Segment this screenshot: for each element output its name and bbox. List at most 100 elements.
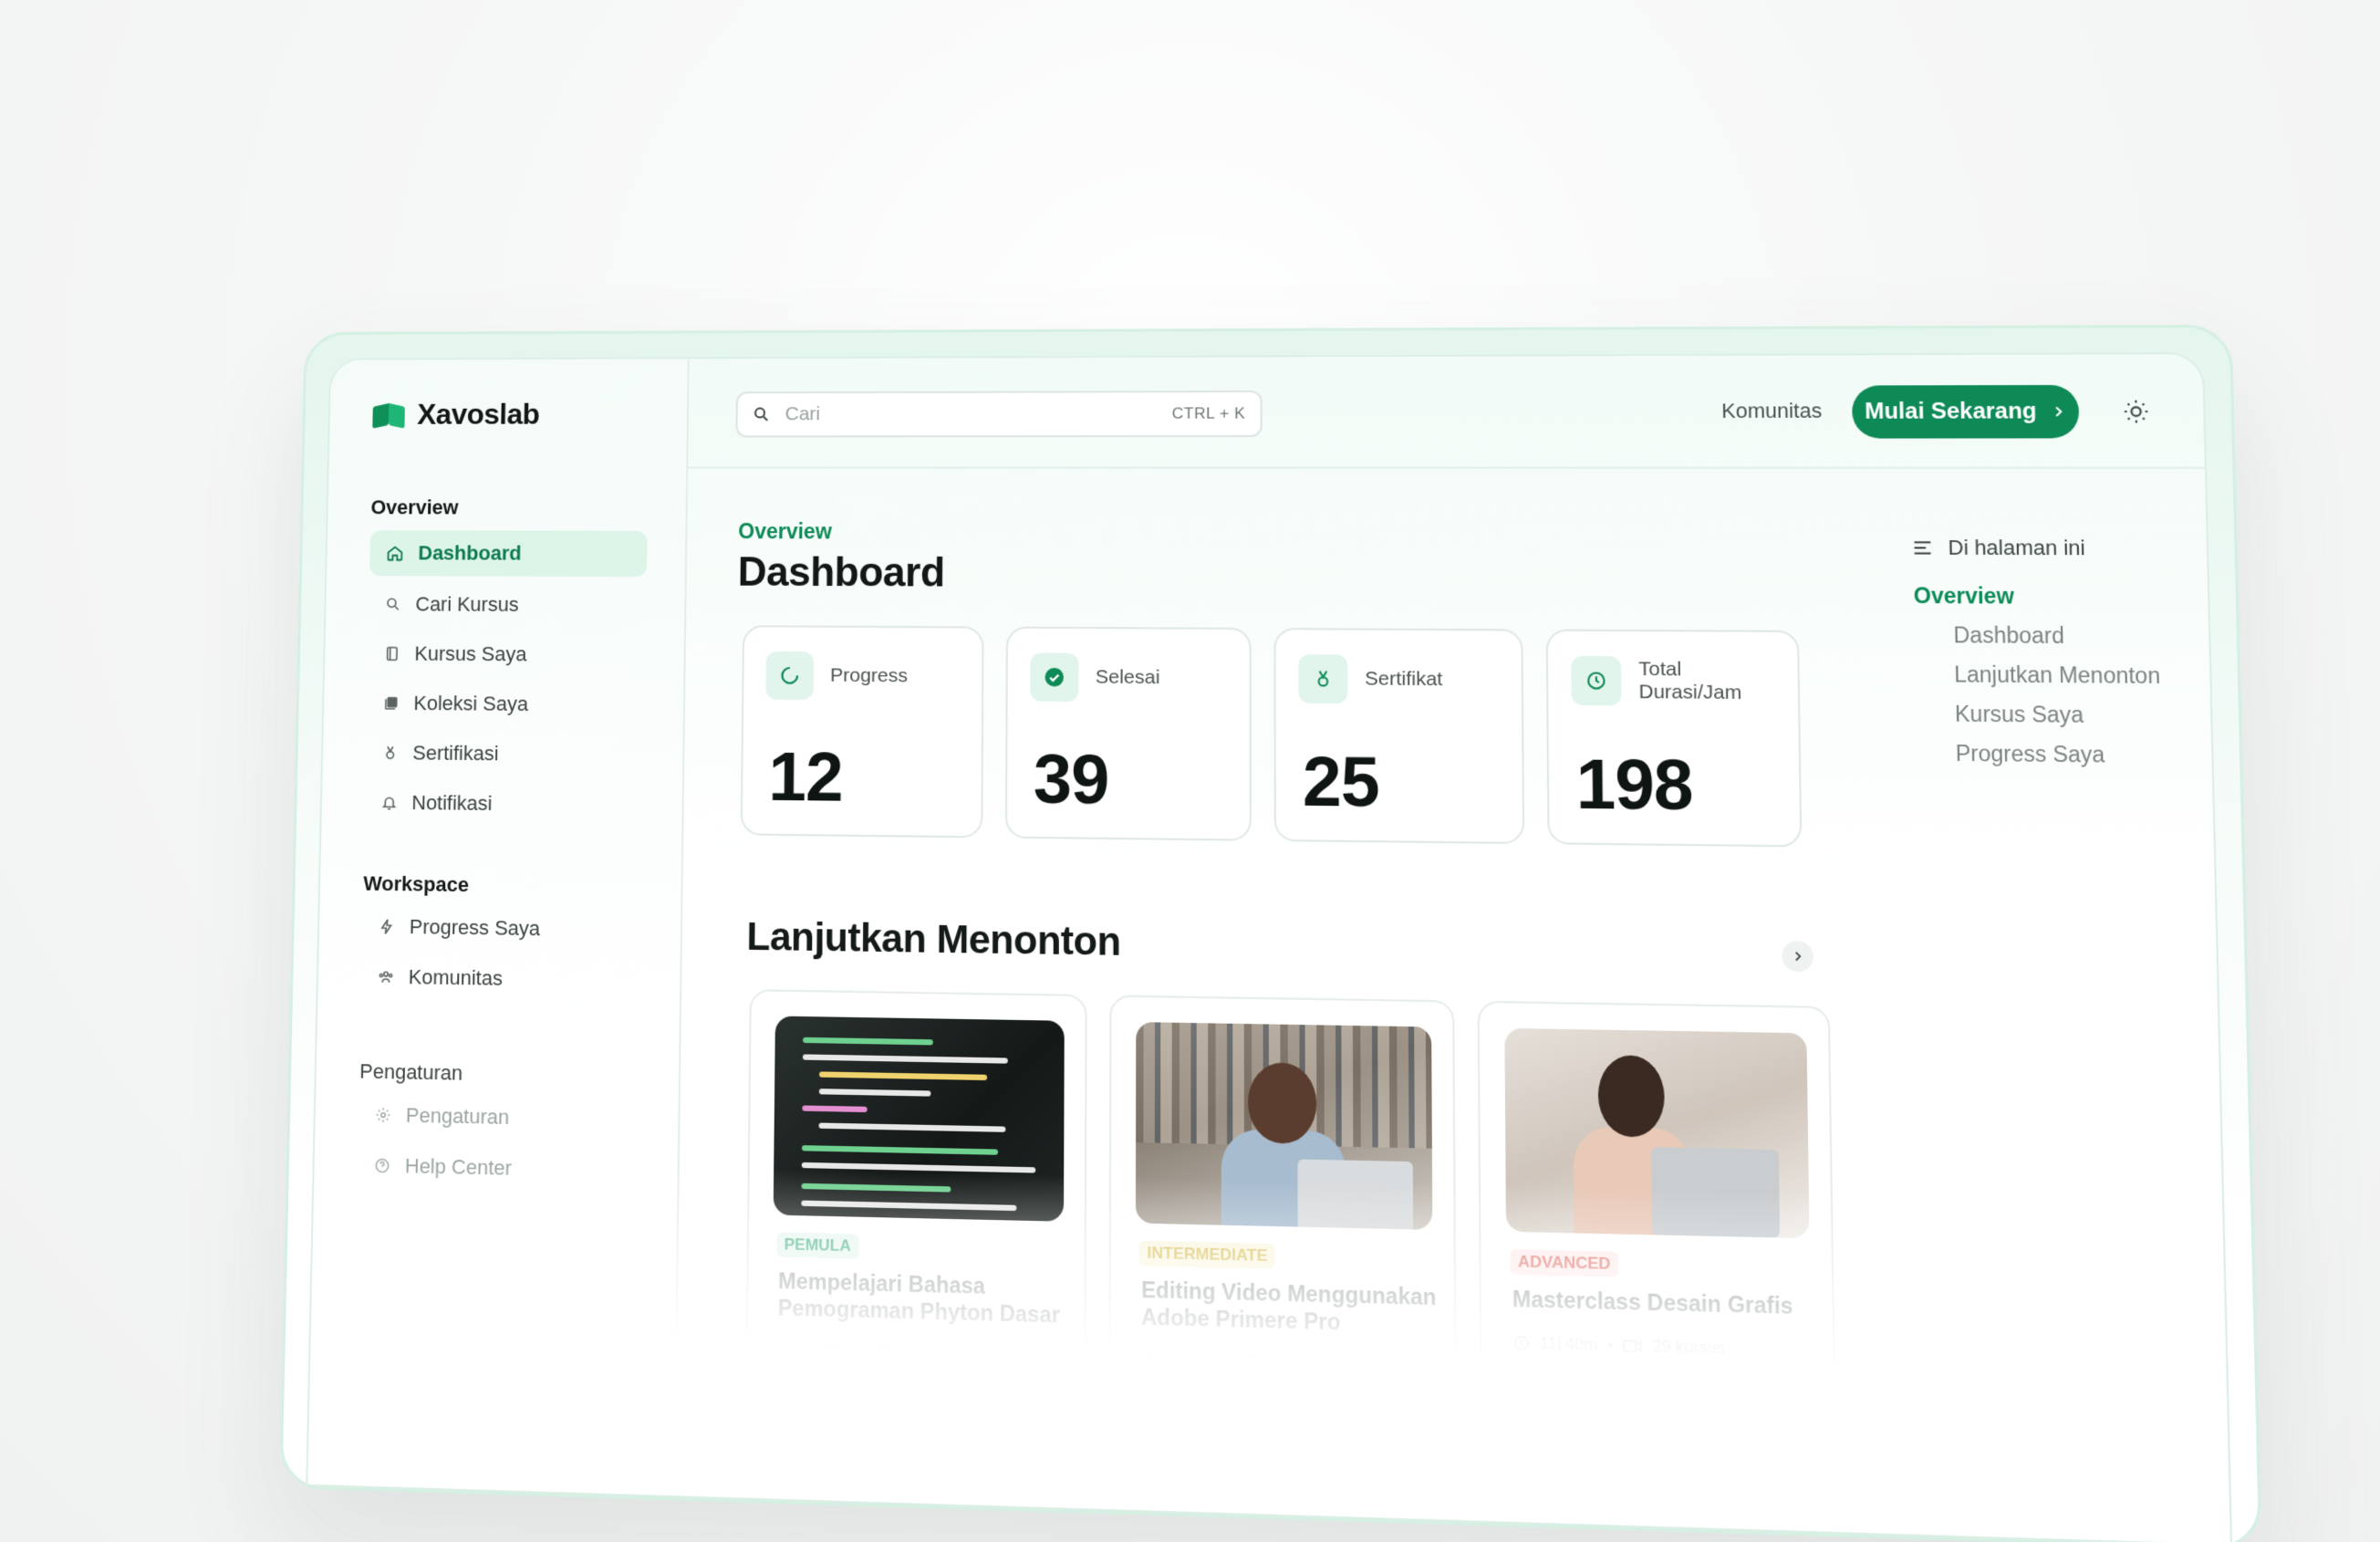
brand-name: Xavoslab [417,397,540,431]
progress-bar [774,1379,1058,1395]
course-list: PEMULA Mempelajari Bahasa Pemograman Phy… [744,989,1838,1518]
progress-bar [1138,1389,1428,1406]
on-this-page-nav: Di halaman ini Overview Dashboard Lanjut… [1913,536,2175,769]
stat-label: Sertifikat [1365,667,1443,691]
toc-item-progress-saya[interactable]: Progress Saya [1916,740,2174,768]
search-input[interactable]: Cari CTRL + K [735,391,1263,438]
course-author: oleh John David [1144,1428,1283,1453]
clock-icon [1512,1334,1530,1352]
course-lessons: 11 kursus [1270,1352,1340,1373]
course-duration: 2j 25m [803,1339,852,1360]
sidebar-item-label: Kursus Saya [414,641,527,666]
home-icon [386,544,404,562]
sidebar-item-notifikasi[interactable]: Notifikasi [365,779,644,828]
sidebar-section-pengaturan: Pengaturan [359,1059,463,1085]
stat-card-progress: Progress 12 [740,625,984,839]
brand-logo[interactable]: Xavoslab [372,397,540,432]
bolt-icon [379,918,395,935]
bell-icon [381,795,398,811]
course-thumbnail-man-laptop [1135,1022,1433,1230]
sidebar: Xavoslab Overview Dashboard Cari Kursus … [307,359,690,1496]
toc-item-dashboard[interactable]: Dashboard [1914,622,2171,650]
course-card[interactable]: INTERMEDIATE Editing Video Menggunakan A… [1108,995,1458,1506]
course-thumbnail-code [773,1016,1065,1222]
search-icon [753,405,771,423]
sidebar-item-label: Koleksi Saya [413,691,529,715]
check-circle-icon [1030,652,1079,703]
toc-heading: Di halaman ini [1913,536,2169,561]
course-title: Mempelajari Bahasa Pemograman Phyton Das… [777,1268,1060,1328]
stat-value: 25 [1302,742,1379,822]
course-meta: 2j 25m • 14 kursus [777,1339,973,1364]
sidebar-item-label: Komunitas [408,964,504,990]
course-duration: 11j 40m [1540,1333,1598,1354]
section-title: Lanjutkan Menonton [746,913,1121,964]
course-author: oleh Sarah Laviene [1517,1439,1685,1465]
carousel-next-button[interactable] [1782,940,1814,973]
stat-card-selesai: Selesai 39 [1004,626,1252,841]
spinner-icon [765,651,815,701]
main-content: Overview Dashboard Progress 12 Selesai 3… [675,469,2230,1542]
course-card[interactable]: ADVANCED Masterclass Desain Grafis 11j 4… [1477,1000,1838,1518]
sidebar-item-label: Notifikasi [411,790,493,816]
chevron-right-icon [1791,950,1804,964]
course-meta: 11j 40m • 29 kursus [1512,1333,1725,1359]
stats-row: Progress 12 Selesai 39 Sertifikat 25 Tot… [740,625,1803,848]
topbar: Cari CTRL + K Komunitas Mulai Sekarang [688,354,2205,469]
page-title: Dashboard [737,549,945,596]
sidebar-item-label: Dashboard [418,541,522,565]
sidebar-item-pengaturan[interactable]: Pengaturan [359,1091,640,1144]
course-author: oleh William Smith [780,1418,936,1443]
sidebar-item-dashboard[interactable]: Dashboard [369,530,648,578]
book-icon [384,645,400,662]
course-lessons: 29 kursus [1652,1337,1726,1358]
sidebar-item-progress-saya[interactable]: Progress Saya [362,903,642,953]
community-icon [378,968,394,985]
course-lessons: 14 kursus [903,1342,973,1363]
sidebar-item-kursus-saya[interactable]: Kursus Saya [368,630,646,678]
sidebar-item-sertifikasi[interactable]: Sertifikasi [366,730,645,778]
theme-toggle-button[interactable] [2116,392,2157,431]
course-card[interactable]: PEMULA Mempelajari Bahasa Pemograman Phy… [744,989,1087,1495]
chevron-right-icon [2051,404,2067,420]
sidebar-item-komunitas[interactable]: Komunitas [361,953,642,1005]
level-badge: ADVANCED [1510,1249,1619,1277]
level-badge: PEMULA [776,1232,859,1259]
sidebar-item-label: Pengaturan [405,1103,510,1130]
gear-icon [375,1107,391,1124]
clock-icon [777,1340,795,1358]
search-placeholder: Cari [785,403,821,425]
stat-value: 39 [1033,739,1109,819]
collection-icon [385,696,398,710]
toc-item-overview[interactable]: Overview [1913,583,2170,610]
level-badge: INTERMEDIATE [1139,1240,1275,1269]
sun-icon [2122,398,2150,424]
breadcrumb: Overview [738,518,832,544]
clock-icon [1571,655,1622,706]
course-title: Editing Video Menggunakan Adobe Primere … [1141,1276,1437,1335]
search-shortcut: CTRL + K [1171,404,1246,422]
stat-card-sertifikat: Sertifikat 25 [1273,628,1525,845]
cta-label: Mulai Sekarang [1864,398,2037,424]
course-duration: 4j 13m [1168,1349,1217,1370]
sidebar-item-label: Progress Saya [409,914,541,941]
toc-item-kursus-saya[interactable]: Kursus Saya [1916,701,2173,729]
app-window: Xavoslab Overview Dashboard Cari Kursus … [279,324,2262,1542]
sidebar-item-label: Sertifikasi [412,741,499,766]
sidebar-item-cari-kursus[interactable]: Cari Kursus [369,581,647,629]
video-icon [876,1344,895,1360]
course-title: Masterclass Desain Grafis [1512,1286,1793,1319]
book-logo-icon [372,401,405,429]
mulai-sekarang-button[interactable]: Mulai Sekarang [1851,384,2080,439]
toc-item-lanjutkan-menonton[interactable]: Lanjutkan Menonton [1915,662,2172,689]
sidebar-item-koleksi-saya[interactable]: Koleksi Saya [367,680,646,728]
app-frame: Xavoslab Overview Dashboard Cari Kursus … [306,352,2233,1542]
sidebar-section-overview: Overview [370,495,459,519]
video-icon [1242,1353,1261,1370]
sidebar-item-help-center[interactable]: Help Center [358,1141,639,1194]
video-icon [1623,1338,1643,1354]
stat-card-total-durasi: Total Durasi/Jam 198 [1545,629,1803,848]
komunitas-link[interactable]: Komunitas [1721,399,1823,423]
progress-bar [1511,1400,1806,1416]
clock-icon [1141,1349,1159,1368]
